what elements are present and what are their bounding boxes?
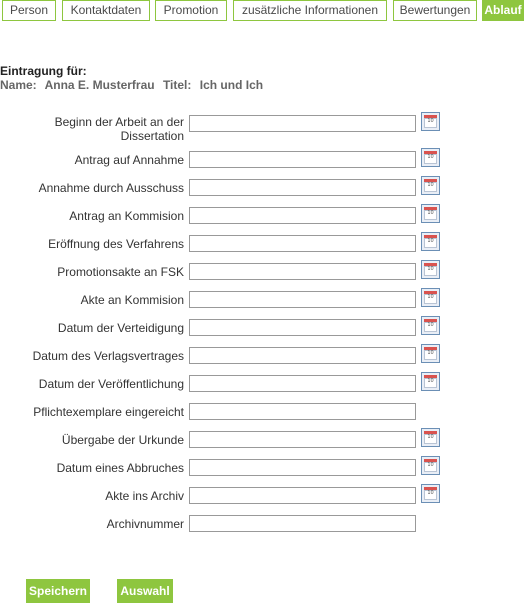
calendar-icon[interactable]: 10	[421, 204, 440, 223]
tab-promotion[interactable]: Promotion	[155, 0, 227, 21]
save-button[interactable]: Speichern	[26, 579, 90, 603]
calendar-day-number: 10	[427, 322, 434, 328]
calendar-icon[interactable]: 10	[421, 344, 440, 363]
date-input[interactable]	[189, 151, 416, 168]
tab-person[interactable]: Person	[2, 0, 56, 21]
date-input[interactable]	[189, 403, 416, 420]
date-input[interactable]	[189, 115, 416, 132]
date-input[interactable]	[189, 375, 416, 392]
field-label: Datum der Veröffentlichung	[38, 377, 184, 391]
calendar-day-number: 10	[427, 210, 434, 216]
calendar-day-number: 10	[427, 118, 434, 124]
entry-heading: Eintragung für:	[0, 64, 87, 78]
calendar-icon[interactable]: 10	[421, 260, 440, 279]
date-input[interactable]	[189, 459, 416, 476]
tab-bar: Person Kontaktdaten Promotion zusätzlich…	[0, 0, 524, 23]
date-input[interactable]	[189, 487, 416, 504]
title-value: Ich und Ich	[199, 78, 264, 92]
calendar-icon[interactable]: 10	[421, 148, 440, 167]
calendar-day-number: 10	[427, 434, 434, 440]
date-input[interactable]	[189, 291, 416, 308]
name-label: Name:	[0, 78, 37, 92]
calendar-day-number: 10	[427, 350, 434, 356]
field-label: Antrag an Kommision	[69, 209, 184, 223]
date-input[interactable]	[189, 515, 416, 532]
field-label: Datum der Verteidigung	[57, 321, 184, 335]
calendar-icon[interactable]: 10	[421, 176, 440, 195]
tab-zusaetzliche-informationen[interactable]: zusätzliche Informationen	[233, 0, 387, 21]
calendar-day-number: 10	[427, 462, 434, 468]
date-input[interactable]	[189, 347, 416, 364]
field-label: Übergabe der Urkunde	[61, 433, 184, 447]
field-label: Archivnummer	[106, 517, 184, 531]
calendar-day-number: 10	[427, 182, 434, 188]
date-input[interactable]	[189, 207, 416, 224]
entry-info: Name: Anna E. Musterfrau Titel: Ich und …	[0, 78, 268, 92]
calendar-day-number: 10	[427, 266, 434, 272]
field-label: Datum eines Abbruches	[56, 461, 184, 475]
tab-bewertungen[interactable]: Bewertungen	[393, 0, 477, 21]
field-label: Akte an Kommision	[80, 293, 184, 307]
calendar-icon[interactable]: 10	[421, 316, 440, 335]
calendar-icon[interactable]: 10	[421, 372, 440, 391]
field-label: Eröffnung des Verfahrens	[48, 237, 184, 251]
field-label: Akte ins Archiv	[105, 489, 184, 503]
tab-ablauf[interactable]: Ablauf	[482, 0, 524, 21]
date-input[interactable]	[189, 263, 416, 280]
calendar-icon[interactable]: 10	[421, 428, 440, 447]
field-label: Annahme durch Ausschuss	[38, 181, 184, 195]
field-label: Pflichtexemplare eingereicht	[33, 405, 184, 419]
calendar-icon[interactable]: 10	[421, 112, 440, 131]
calendar-day-number: 10	[427, 378, 434, 384]
calendar-day-number: 10	[427, 238, 434, 244]
calendar-icon[interactable]: 10	[421, 232, 440, 251]
calendar-day-number: 10	[427, 294, 434, 300]
name-value: Anna E. Musterfrau	[44, 78, 155, 92]
field-label: Datum des Verlagsvertrages	[32, 349, 184, 363]
field-label: Beginn der Arbeit an der Dissertation	[54, 115, 184, 143]
field-label: Promotionsakte an FSK	[57, 265, 184, 279]
select-button[interactable]: Auswahl	[117, 579, 173, 603]
date-input[interactable]	[189, 431, 416, 448]
calendar-icon[interactable]: 10	[421, 484, 440, 503]
date-input[interactable]	[189, 235, 416, 252]
calendar-day-number: 10	[427, 154, 434, 160]
date-input[interactable]	[189, 319, 416, 336]
calendar-icon[interactable]: 10	[421, 456, 440, 475]
tab-kontaktdaten[interactable]: Kontaktdaten	[62, 0, 150, 21]
date-input[interactable]	[189, 179, 416, 196]
calendar-icon[interactable]: 10	[421, 288, 440, 307]
calendar-day-number: 10	[427, 490, 434, 496]
title-label: Titel:	[162, 78, 192, 92]
field-label: Antrag auf Annahme	[74, 153, 184, 167]
